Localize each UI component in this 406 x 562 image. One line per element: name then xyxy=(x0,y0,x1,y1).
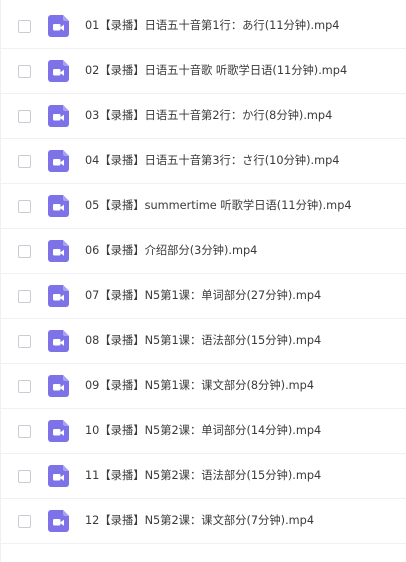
video-file-icon xyxy=(48,105,69,127)
row-checkbox[interactable] xyxy=(18,469,31,483)
file-row[interactable]: 03【录播】日语五十音第2行：か行(8分钟).mp4 xyxy=(1,94,406,139)
file-name[interactable]: 07【录播】N5第1课：单词部分(27分钟).mp4 xyxy=(85,289,321,303)
row-checkbox[interactable] xyxy=(18,154,31,168)
file-name[interactable]: 12【录播】N5第2课：课文部分(7分钟).mp4 xyxy=(85,514,314,528)
file-row[interactable]: 10【录播】N5第2课：单词部分(14分钟).mp4 xyxy=(1,409,406,454)
file-name[interactable]: 10【录播】N5第2课：单词部分(14分钟).mp4 xyxy=(85,424,321,438)
file-name[interactable]: 11【录播】N5第2课：语法部分(15分钟).mp4 xyxy=(85,469,321,483)
video-file-icon xyxy=(48,15,69,37)
file-row[interactable]: 09【录播】N5第1课：课文部分(8分钟).mp4 xyxy=(1,364,406,409)
row-checkbox[interactable] xyxy=(18,514,31,528)
row-checkbox[interactable] xyxy=(18,289,31,303)
video-file-icon xyxy=(48,195,69,217)
row-checkbox[interactable] xyxy=(18,109,31,123)
video-file-icon xyxy=(48,330,69,352)
video-file-icon xyxy=(48,60,69,82)
video-file-icon xyxy=(48,240,69,262)
video-file-icon xyxy=(48,150,69,172)
row-checkbox[interactable] xyxy=(18,424,31,438)
file-row[interactable]: 11【录播】N5第2课：语法部分(15分钟).mp4 xyxy=(1,454,406,499)
file-row[interactable]: 06【录播】介绍部分(3分钟).mp4 xyxy=(1,229,406,274)
row-checkbox[interactable] xyxy=(18,334,31,348)
file-row[interactable]: 05【录播】summertime 听歌学日语(11分钟).mp4 xyxy=(1,184,406,229)
file-row[interactable]: 04【录播】日语五十音第3行：さ行(10分钟).mp4 xyxy=(1,139,406,184)
video-file-icon xyxy=(48,465,69,487)
file-row[interactable]: 08【录播】N5第1课：语法部分(15分钟).mp4 xyxy=(1,319,406,364)
file-row[interactable]: 12【录播】N5第2课：课文部分(7分钟).mp4 xyxy=(1,499,406,544)
row-checkbox[interactable] xyxy=(18,199,31,213)
video-file-icon xyxy=(48,510,69,532)
file-name[interactable]: 03【录播】日语五十音第2行：か行(8分钟).mp4 xyxy=(85,109,332,123)
file-row[interactable]: 07【录播】N5第1课：单词部分(27分钟).mp4 xyxy=(1,274,406,319)
file-name[interactable]: 05【录播】summertime 听歌学日语(11分钟).mp4 xyxy=(85,199,352,213)
file-name[interactable]: 01【录播】日语五十音第1行：あ行(11分钟).mp4 xyxy=(85,19,339,33)
file-list: 01【录播】日语五十音第1行：あ行(11分钟).mp4 02【录播】日语五十音歌… xyxy=(0,0,406,562)
file-name[interactable]: 09【录播】N5第1课：课文部分(8分钟).mp4 xyxy=(85,379,314,393)
video-file-icon xyxy=(48,375,69,397)
video-file-icon xyxy=(48,285,69,307)
row-checkbox[interactable] xyxy=(18,19,31,33)
file-row[interactable]: 01【录播】日语五十音第1行：あ行(11分钟).mp4 xyxy=(1,4,406,49)
file-name[interactable]: 02【录播】日语五十音歌 听歌学日语(11分钟).mp4 xyxy=(85,64,347,78)
row-checkbox[interactable] xyxy=(18,244,31,258)
file-name[interactable]: 06【录播】介绍部分(3分钟).mp4 xyxy=(85,244,257,258)
video-file-icon xyxy=(48,420,69,442)
row-checkbox[interactable] xyxy=(18,64,31,78)
file-name[interactable]: 08【录播】N5第1课：语法部分(15分钟).mp4 xyxy=(85,334,321,348)
file-row[interactable]: 02【录播】日语五十音歌 听歌学日语(11分钟).mp4 xyxy=(1,49,406,94)
file-name[interactable]: 04【录播】日语五十音第3行：さ行(10分钟).mp4 xyxy=(85,154,339,168)
row-checkbox[interactable] xyxy=(18,379,31,393)
